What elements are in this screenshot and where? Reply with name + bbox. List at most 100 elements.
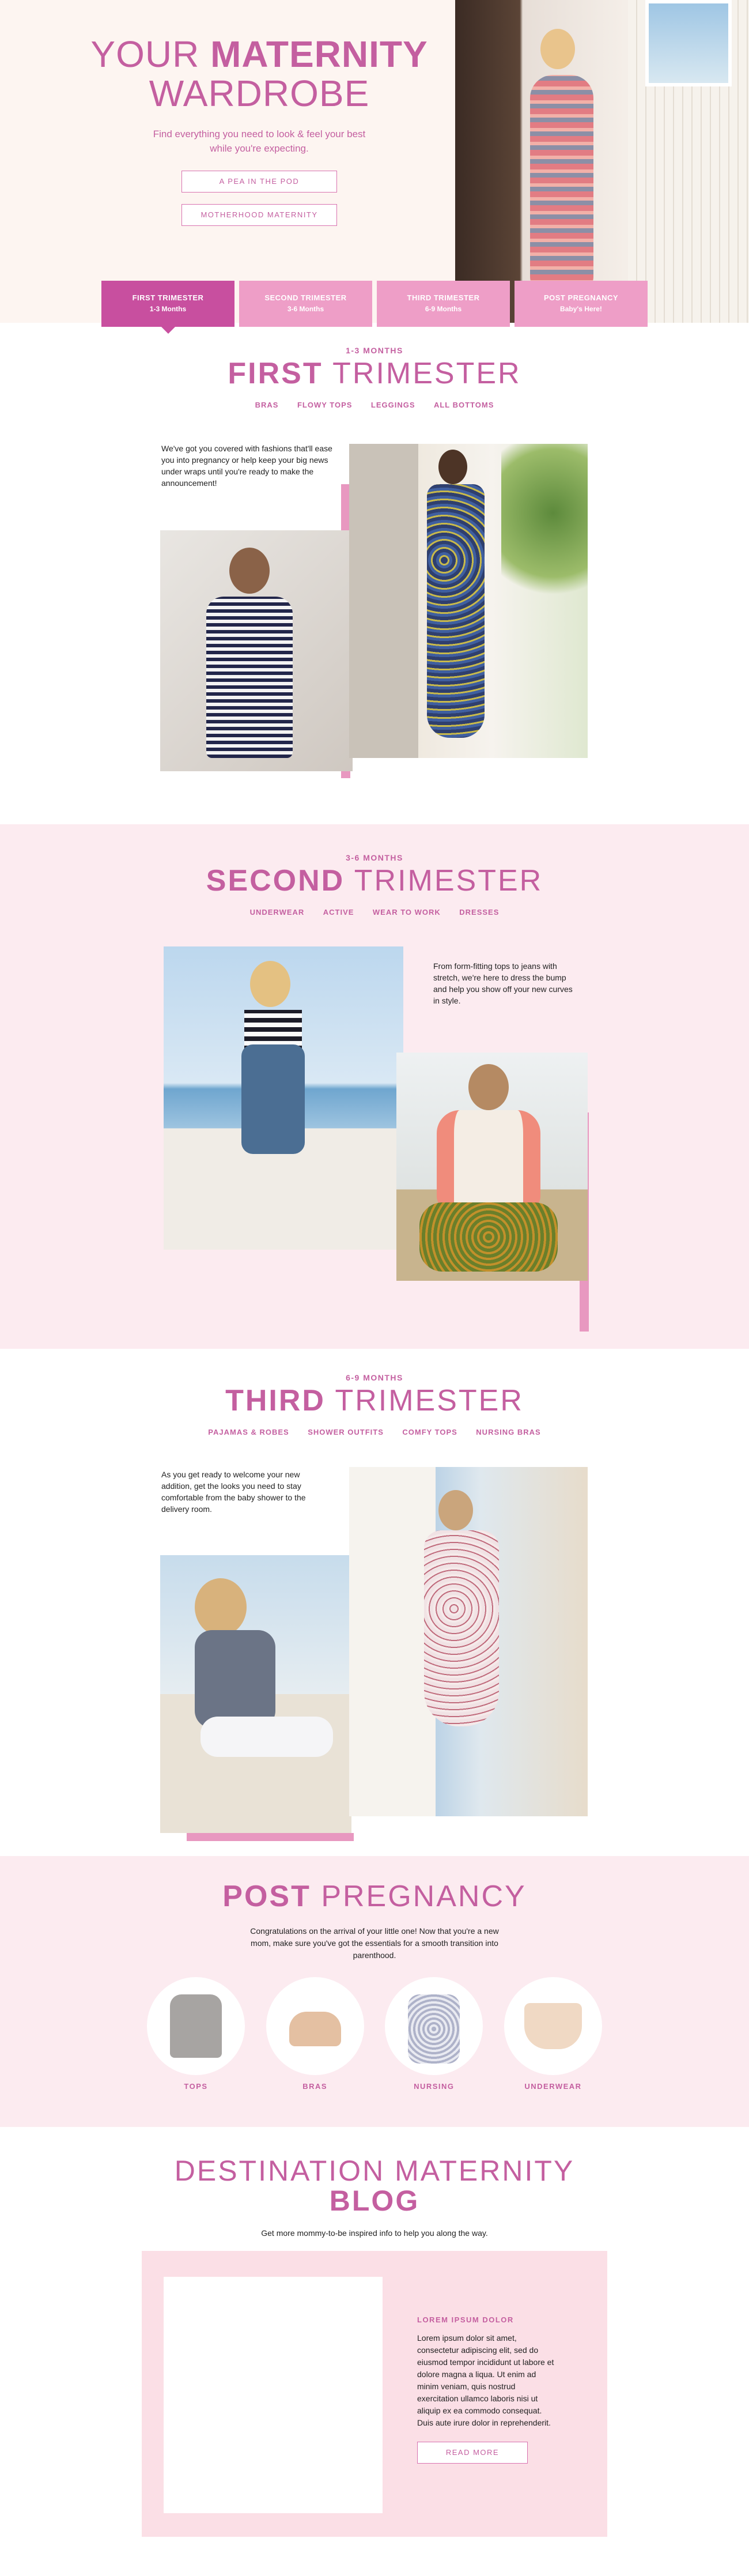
tab-label: THIRD TRIMESTER bbox=[407, 293, 480, 302]
blog-title-line2: BLOG bbox=[329, 2185, 420, 2217]
nude-bra bbox=[289, 2012, 341, 2046]
blog-card-heading: LOREM IPSUM DOLOR bbox=[417, 2315, 514, 2324]
second-trimester-section: 3-6 MONTHS SECOND TRIMESTER UNDERWEAR AC… bbox=[0, 824, 749, 1349]
model-head bbox=[540, 29, 575, 69]
floral-nightgown bbox=[424, 1530, 499, 1726]
link-comfy-tops[interactable]: COMFY TOPS bbox=[402, 1428, 457, 1436]
tab-sublabel: 3-6 Months bbox=[287, 305, 324, 313]
photo-floral-robe bbox=[349, 1467, 588, 1816]
raglan-graphic-tee bbox=[437, 1110, 540, 1208]
link-leggings[interactable]: LEGGINGS bbox=[371, 401, 415, 409]
tab-second-trimester[interactable]: SECOND TRIMESTER 3-6 Months bbox=[239, 281, 372, 327]
tab-first-trimester[interactable]: FIRST TRIMESTER 1-3 Months bbox=[101, 281, 234, 334]
hero-title-line2: WARDROBE bbox=[149, 73, 370, 114]
first-trimester-links: BRAS FLOWY TOPS LEGGINGS ALL BOTTOMS bbox=[0, 400, 749, 410]
first-trimester-title: FIRST TRIMESTER bbox=[0, 356, 749, 391]
blog-card-text: LOREM IPSUM DOLOR Lorem ipsum dolor sit … bbox=[417, 2315, 555, 2464]
link-bras[interactable]: BRAS bbox=[255, 401, 279, 409]
read-more-button[interactable]: READ MORE bbox=[417, 2442, 528, 2464]
hero-photo-model bbox=[513, 29, 611, 300]
model-hair bbox=[438, 450, 467, 484]
blog-card: LOREM IPSUM DOLOR Lorem ipsum dolor sit … bbox=[142, 2251, 607, 2537]
floral-maxi-dress bbox=[427, 484, 485, 738]
nursing-top bbox=[408, 1994, 460, 2064]
post-pregnancy-section: POST PREGNANCY Congratulations on the ar… bbox=[0, 1856, 749, 2127]
link-all-bottoms[interactable]: ALL BOTTOMS bbox=[434, 401, 494, 409]
hero-subtitle: Find everything you need to look & feel … bbox=[153, 129, 366, 154]
blog-subtitle: Get more mommy-to-be inspired info to he… bbox=[261, 2228, 488, 2238]
post-pregnancy-title: POST PREGNANCY bbox=[0, 1856, 749, 1914]
grey-tee bbox=[195, 1630, 275, 1728]
first-months-label: 1-3 MONTHS bbox=[346, 346, 403, 355]
category-label: UNDERWEAR bbox=[524, 2082, 582, 2091]
third-trimester-title: THIRD TRIMESTER bbox=[0, 1383, 749, 1418]
link-pajamas-robes[interactable]: PAJAMAS & ROBES bbox=[208, 1428, 289, 1436]
denim-overalls bbox=[241, 1044, 305, 1154]
model-hair bbox=[468, 1064, 509, 1110]
grey-top bbox=[170, 1994, 222, 2058]
blog-title: DESTINATION MATERNITY BLOG bbox=[0, 2127, 749, 2216]
third-months-label: 6-9 MONTHS bbox=[346, 1373, 403, 1382]
link-flowy-tops[interactable]: FLOWY TOPS bbox=[297, 401, 352, 409]
tab-sublabel: 6-9 Months bbox=[425, 305, 462, 313]
post-pregnancy-text: Congratulations on the arrival of your l… bbox=[250, 1926, 499, 1960]
a-pea-in-the-pod-button[interactable]: A PEA IN THE POD bbox=[181, 171, 337, 193]
third-trimester-links: PAJAMAS & ROBES SHOWER OUTFITS COMFY TOP… bbox=[0, 1427, 749, 1438]
model-hair bbox=[250, 961, 290, 1007]
nude-underwear bbox=[524, 2003, 582, 2049]
category-image bbox=[266, 1977, 364, 2075]
motherhood-maternity-button[interactable]: MOTHERHOOD MATERNITY bbox=[181, 204, 337, 226]
blog-title-line1: DESTINATION MATERNITY bbox=[174, 2155, 575, 2187]
link-dresses[interactable]: DRESSES bbox=[459, 908, 499, 917]
second-trimester-title: SECOND TRIMESTER bbox=[0, 863, 749, 898]
link-underwear[interactable]: UNDERWEAR bbox=[250, 908, 305, 917]
blog-card-body: Lorem ipsum dolor sit amet, consectetur … bbox=[417, 2333, 554, 2427]
tab-sublabel: 1-3 Months bbox=[149, 305, 187, 313]
category-label: BRAS bbox=[302, 2082, 328, 2091]
link-shower-outfits[interactable]: SHOWER OUTFITS bbox=[308, 1428, 384, 1436]
category-tops[interactable]: TOPS bbox=[147, 1977, 245, 2091]
striped-tank-top bbox=[206, 597, 293, 758]
hero-title-prefix: YOUR bbox=[90, 33, 200, 75]
first-trimester-section: 1-3 MONTHS FIRST TRIMESTER BRAS FLOWY TO… bbox=[0, 346, 749, 824]
second-trimester-blurb: From form-fitting tops to jeans with str… bbox=[433, 961, 573, 1005]
title-bold: THIRD bbox=[225, 1384, 326, 1417]
tab-label: SECOND TRIMESTER bbox=[264, 293, 347, 302]
page: YOUR MATERNITY WARDROBE Find everything … bbox=[0, 0, 749, 2576]
photo-seated-tee bbox=[160, 1555, 351, 1833]
category-bras[interactable]: BRAS bbox=[266, 1977, 364, 2091]
tab-sublabel: Baby's Here! bbox=[560, 305, 602, 313]
title-bold: POST bbox=[222, 1880, 311, 1913]
tab-label: FIRST TRIMESTER bbox=[132, 293, 204, 302]
white-jeans bbox=[201, 1717, 333, 1757]
tab-post-pregnancy[interactable]: POST PREGNANCY Baby's Here! bbox=[515, 281, 648, 327]
hero-text-block: YOUR MATERNITY WARDROBE Find everything … bbox=[81, 35, 438, 226]
second-trimester-links: UNDERWEAR ACTIVE WEAR TO WORK DRESSES bbox=[0, 907, 749, 918]
second-months-label: 3-6 MONTHS bbox=[346, 853, 403, 862]
category-image bbox=[385, 1977, 483, 2075]
tab-label: POST PREGNANCY bbox=[543, 293, 619, 302]
tab-third-trimester[interactable]: THIRD TRIMESTER 6-9 Months bbox=[377, 281, 510, 327]
accent-bar bbox=[187, 1833, 354, 1841]
model-hair bbox=[229, 548, 270, 594]
link-nursing-bras[interactable]: NURSING BRAS bbox=[476, 1428, 540, 1436]
title-bold: FIRST bbox=[228, 357, 323, 390]
category-underwear[interactable]: UNDERWEAR bbox=[504, 1977, 602, 2091]
model-hair bbox=[195, 1578, 247, 1636]
link-active[interactable]: ACTIVE bbox=[323, 908, 354, 917]
photo-striped-tank bbox=[160, 530, 353, 771]
category-label: NURSING bbox=[414, 2082, 455, 2091]
hero-title: YOUR MATERNITY WARDROBE bbox=[81, 35, 438, 113]
palm-leaves bbox=[501, 444, 588, 617]
model-striped-dress bbox=[530, 75, 593, 294]
photo-overalls bbox=[164, 946, 403, 1250]
title-light: TRIMESTER bbox=[354, 864, 543, 897]
title-light: TRIMESTER bbox=[332, 357, 521, 390]
hero-photo bbox=[455, 0, 749, 323]
category-image bbox=[504, 1977, 602, 2075]
first-trimester-blurb: We've got you covered with fashions that… bbox=[161, 444, 332, 488]
model-hair bbox=[438, 1490, 473, 1530]
link-wear-to-work[interactable]: WEAR TO WORK bbox=[373, 908, 441, 917]
printed-skirt bbox=[419, 1202, 558, 1272]
category-nursing[interactable]: NURSING bbox=[385, 1977, 483, 2091]
